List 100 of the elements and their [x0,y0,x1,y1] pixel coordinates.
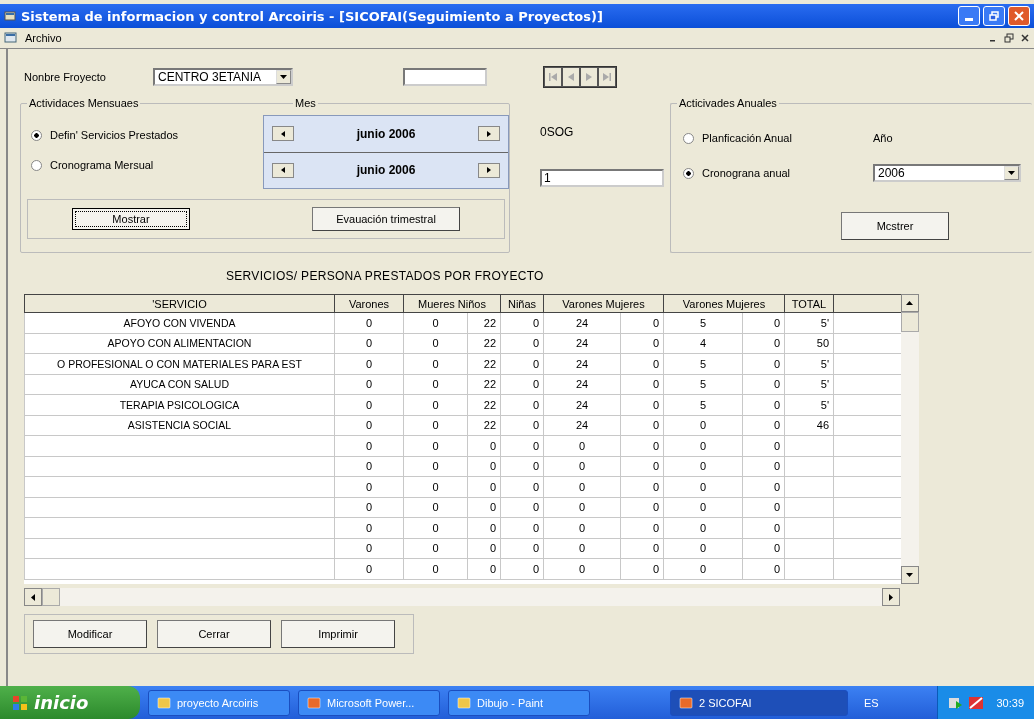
month-value: junio 2006 [355,126,417,141]
radio-option[interactable]: Cronograna anual [683,167,873,179]
window-icon [157,696,171,709]
minimize-button[interactable] [958,6,980,26]
document-icon [4,32,18,44]
action-button[interactable]: Modificar [33,620,147,648]
table-cell: 24 [543,415,621,436]
last-record-button[interactable] [598,67,616,87]
table-cell: 0 [620,558,664,579]
close-icon [1014,11,1024,21]
close-icon[interactable] [1020,33,1030,43]
table-cell: 5 [663,374,743,395]
table-cell: 0 [403,374,468,395]
table-cell: 0 [403,558,468,579]
previous-month-button[interactable] [272,126,295,142]
next-month-button[interactable] [478,162,500,178]
group-legend: Actividaces Mensuaes [27,97,141,109]
table-cell: 0 [334,517,404,538]
table-cell: 0 [500,456,544,477]
table-cell: 0 [467,435,501,456]
up-arrow-icon [906,301,913,305]
year-dropdown[interactable]: 2006 [873,164,1021,182]
table-cell: 0 [663,558,743,579]
table-cell: 0 [500,312,544,333]
previous-month-button[interactable] [272,162,295,178]
radio-option[interactable]: Planficación Anual [683,132,873,144]
table-cell: 0 [620,394,664,415]
table-cell: APOYO CON ALIMENTACION [24,333,335,354]
table-cell: 0 [500,415,544,436]
table-cell: TERAPIA PSICOLOGICA [24,394,335,415]
table-cell: 24 [543,353,621,374]
column-header [833,294,901,313]
table-cell: 0 [467,558,501,579]
table-cell: 0 [620,476,664,497]
table-cell: 5' [784,312,834,333]
table-cell: 0 [663,538,743,559]
month-label: Mes [293,97,318,109]
table-cell: 22 [467,394,501,415]
group-legend: Acticivades Anuales [677,97,779,109]
table-cell: 0 [742,312,785,333]
table-cell: O PROFESIONAL O CON MATERIALES PARA EST [24,353,335,374]
table-cell: 0 [620,415,664,436]
table-cell: 0 [403,415,468,436]
close-button[interactable] [1008,6,1030,26]
next-month-button[interactable] [478,126,500,142]
table-cell: 0 [742,456,785,477]
table-cell: 0 [742,476,785,497]
table-cell: 0 [403,333,468,354]
tray-icon[interactable] [968,695,985,710]
flag-icon [12,694,28,711]
table-cell: 0 [403,497,468,518]
scroll-thumb[interactable] [42,588,60,606]
table-cell: 0 [334,497,404,518]
radio-option[interactable]: Cronograma Mersual [31,159,264,171]
window-icon [679,696,693,709]
table-cell: 0 [543,435,621,456]
table-cell: 0 [742,538,785,559]
action-button[interactable]: Imprimir [281,620,395,648]
scroll-thumb[interactable] [900,312,919,332]
text-field[interactable] [403,68,487,86]
restore-icon[interactable] [1004,33,1014,43]
project-dropdown[interactable]: CENTRO 3ETANIA [153,68,293,86]
vertical-scrollbar[interactable] [900,294,919,584]
taskbar-button[interactable]: 2 SICOFAI [670,689,848,716]
table-title: SERVICIOS/ PERSONA PRESTADOS POR FROYECTO [226,269,545,283]
action-button[interactable]: Cerrar [157,620,271,648]
restore-button[interactable] [983,6,1005,26]
table-cell: 0 [403,353,468,374]
table-cell: 24 [543,374,621,395]
table-cell [784,435,834,456]
code-field[interactable]: 1 [540,169,664,187]
table-cell: 5' [784,353,834,374]
table-cell: 0 [334,415,404,436]
radio-option[interactable]: Defin' Servicios Prestados [31,129,264,141]
next-record-button[interactable] [580,67,598,87]
language-indicator[interactable]: ES [864,696,879,709]
action-button[interactable]: Evauación trimestral [312,207,460,231]
table-cell: 0 [742,394,785,415]
window-app-icon [4,10,16,22]
window-icon [307,696,321,709]
menu-item[interactable]: Archivo [22,32,65,44]
table-cell: 0 [334,353,404,374]
project-label: Nonbre Froyecto [24,71,107,83]
previous-record-button[interactable] [562,67,580,87]
table-cell: 0 [334,435,404,456]
table-cell: 5 [663,312,743,333]
show-button[interactable]: Mcstrer [841,212,949,240]
left-triangle-icon [566,72,576,82]
action-button[interactable]: Mostrar [72,208,190,230]
table-cell: 0 [334,538,404,559]
first-record-button[interactable] [544,67,562,87]
table-cell: 5' [784,374,834,395]
table-cell: 22 [467,415,501,436]
minimize-icon [965,17,973,21]
table-cell: 0 [500,353,544,374]
table-cell: 5 [663,353,743,374]
table-cell: 0 [663,476,743,497]
table-cell: 0 [620,374,664,395]
table-cell: 0 [500,394,544,415]
table-cell [784,456,834,477]
